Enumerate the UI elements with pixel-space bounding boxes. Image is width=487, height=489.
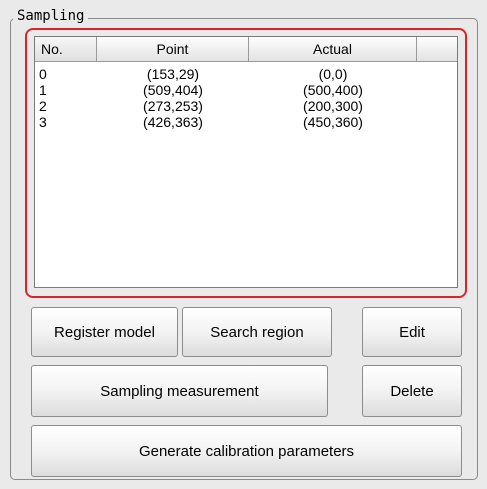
cell-point: (509,404) xyxy=(143,82,203,98)
cell-no: 3 xyxy=(39,114,47,130)
register-model-button[interactable]: Register model xyxy=(31,307,178,357)
sampling-group-title: Sampling xyxy=(13,6,89,26)
cell-point: (426,363) xyxy=(143,114,203,130)
cell-no: 1 xyxy=(39,82,47,98)
edit-button[interactable]: Edit xyxy=(362,307,462,357)
cell-actual: (500,400) xyxy=(303,82,363,98)
search-region-button[interactable]: Search region xyxy=(182,307,332,357)
table-row[interactable]: 3 (426,363) (450,360) xyxy=(35,114,457,130)
cell-no: 2 xyxy=(39,98,47,114)
table-body: 0 (153,29) (0,0) 1 (509,404) (500,400) 2… xyxy=(35,62,457,130)
generate-calibration-parameters-button[interactable]: Generate calibration parameters xyxy=(31,425,462,477)
cell-actual: (450,360) xyxy=(303,114,363,130)
cell-point: (153,29) xyxy=(146,66,200,82)
column-header-extra[interactable] xyxy=(417,37,457,61)
column-header-no[interactable]: No. xyxy=(35,37,97,61)
cell-point: (273,253) xyxy=(143,98,203,114)
table-row[interactable]: 0 (153,29) (0,0) xyxy=(35,66,457,82)
table-row[interactable]: 1 (509,404) (500,400) xyxy=(35,82,457,98)
cell-actual: (0,0) xyxy=(318,66,348,82)
column-header-actual[interactable]: Actual xyxy=(249,37,417,61)
table-row[interactable]: 2 (273,253) (200,300) xyxy=(35,98,457,114)
sampling-table[interactable]: No. Point Actual 0 (153,29) (0,0) 1 (509… xyxy=(34,36,458,288)
sampling-measurement-button[interactable]: Sampling measurement xyxy=(31,365,328,417)
table-header: No. Point Actual xyxy=(35,37,457,62)
cell-actual: (200,300) xyxy=(303,98,363,114)
delete-button[interactable]: Delete xyxy=(362,365,462,417)
cell-no: 0 xyxy=(39,66,47,82)
column-header-point[interactable]: Point xyxy=(97,37,249,61)
